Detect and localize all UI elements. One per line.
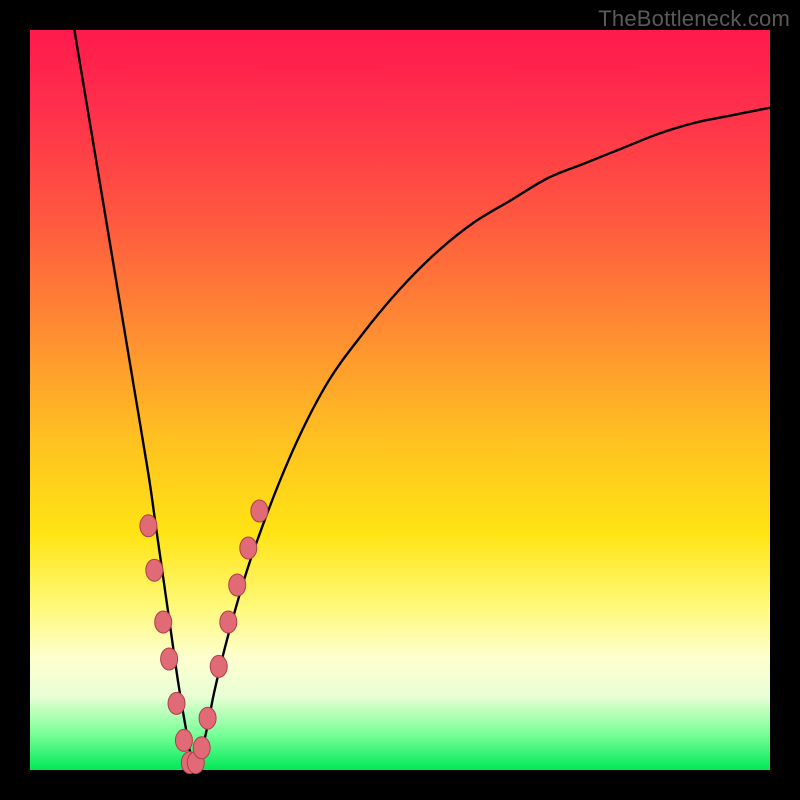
curve-marker <box>146 559 163 581</box>
chart-frame: TheBottleneck.com <box>0 0 800 800</box>
bottleneck-curve <box>74 30 770 764</box>
curve-marker <box>193 737 210 759</box>
curve-marker <box>229 574 246 596</box>
curve-marker <box>161 648 178 670</box>
plot-area <box>30 30 770 770</box>
curve-svg <box>30 30 770 770</box>
curve-marker <box>140 515 157 537</box>
curve-marker <box>199 707 216 729</box>
curve-marker <box>220 611 237 633</box>
watermark-text: TheBottleneck.com <box>598 6 790 32</box>
curve-marker <box>210 655 227 677</box>
curve-marker <box>240 537 257 559</box>
curve-marker <box>251 500 268 522</box>
curve-marker <box>155 611 172 633</box>
curve-marker <box>168 692 185 714</box>
curve-marker <box>175 729 192 751</box>
